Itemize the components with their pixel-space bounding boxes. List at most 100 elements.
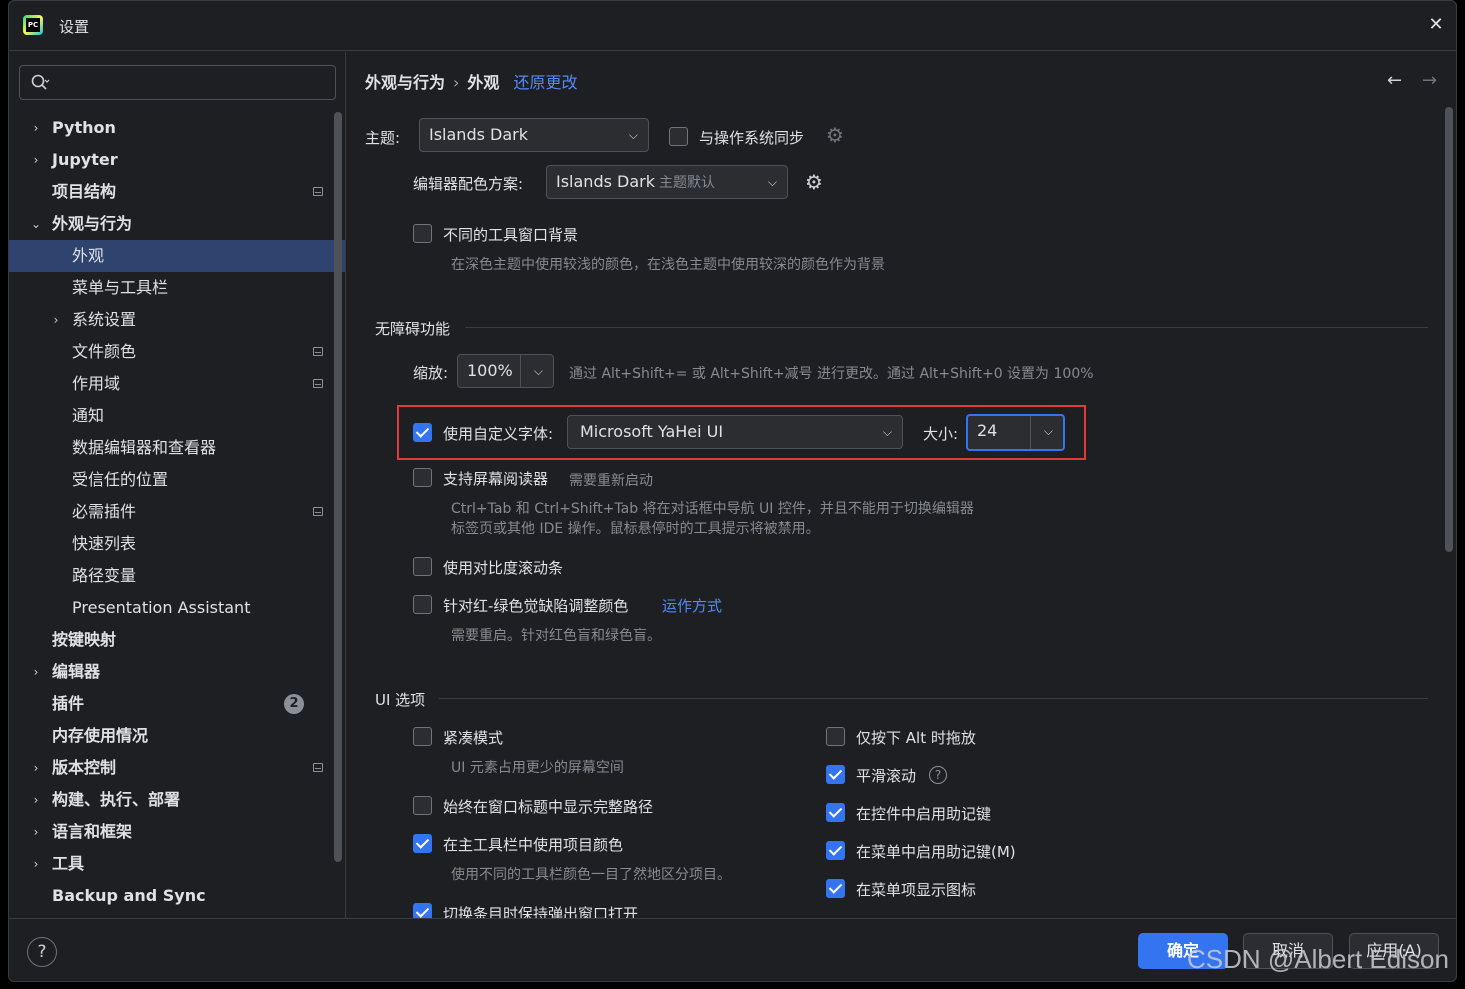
- project-level-icon: [313, 763, 323, 772]
- content-scrollbar[interactable]: [1445, 107, 1453, 552]
- sidebar-item[interactable]: 数据编辑器和查看器: [9, 432, 345, 464]
- sidebar-item[interactable]: 内存使用情况: [9, 720, 345, 752]
- editor-scheme-dropdown[interactable]: Islands Dark 主题默认 ⌵: [546, 165, 788, 199]
- section-divider: [439, 698, 1428, 699]
- watermark: CSDN @Albert Edison: [1187, 944, 1449, 974]
- project-color-checkbox[interactable]: [413, 834, 432, 853]
- sidebar-item[interactable]: Presentation Assistant: [9, 592, 345, 624]
- breadcrumb-parent[interactable]: 外观与行为: [365, 73, 445, 92]
- sidebar-item[interactable]: › Jupyter: [9, 144, 345, 176]
- sidebar-item-label: 作用域: [72, 374, 121, 393]
- sidebar-item-label: 编辑器: [52, 662, 101, 681]
- breadcrumb: 外观与行为 › 外观 还原更改: [365, 69, 577, 93]
- compact-mode-checkbox[interactable]: [413, 727, 432, 746]
- sidebar-item[interactable]: › 系统设置: [9, 304, 345, 336]
- keep-popup-label: 切换条目时保持弹出窗口打开: [443, 905, 639, 918]
- breadcrumb-current: 外观: [467, 73, 500, 92]
- sidebar-item-label: 外观: [72, 246, 105, 265]
- smooth-scroll-checkbox[interactable]: [826, 765, 845, 784]
- ui-options-section-title: UI 选项: [375, 691, 426, 709]
- sidebar-item-label: Backup and Sync: [52, 886, 206, 905]
- sidebar-item-label: 受信任的位置: [72, 470, 169, 489]
- scheme-sub: 主题默认: [659, 175, 715, 191]
- project-level-icon: [313, 347, 323, 356]
- sidebar-item[interactable]: 作用域: [9, 368, 345, 400]
- keep-popup-checkbox[interactable]: [413, 903, 432, 918]
- toolwindow-bg-label: 不同的工具窗口背景: [443, 226, 579, 244]
- zoom-combobox[interactable]: 100% ⌵: [457, 354, 554, 388]
- chevron-right-icon[interactable]: ›: [29, 784, 43, 816]
- chevron-right-icon[interactable]: ›: [29, 848, 43, 880]
- sidebar-item[interactable]: Backup and Sync: [9, 880, 345, 912]
- custom-font-value: Microsoft YaHei UI: [580, 422, 724, 441]
- sidebar-item-label: 插件: [52, 694, 85, 713]
- mnemonic-menu-checkbox[interactable]: [826, 841, 845, 860]
- custom-font-checkbox[interactable]: [413, 423, 432, 442]
- sync-os-checkbox[interactable]: [669, 127, 688, 146]
- sidebar-item-label: 按键映射: [52, 630, 117, 649]
- sidebar-scrollbar[interactable]: [334, 112, 342, 862]
- sidebar-item[interactable]: 路径变量: [9, 560, 345, 592]
- help-circle-icon[interactable]: ?: [929, 766, 947, 784]
- sidebar-item[interactable]: 按键映射: [9, 624, 345, 656]
- chevron-right-icon[interactable]: ›: [29, 656, 43, 688]
- sidebar-item[interactable]: › 编辑器: [9, 656, 345, 688]
- update-count-badge: 2: [284, 694, 304, 714]
- reset-changes-link[interactable]: 还原更改: [513, 73, 577, 92]
- breadcrumb-separator-icon: ›: [453, 73, 460, 92]
- screen-reader-hint-1: Ctrl+Tab 和 Ctrl+Shift+Tab 将在对话框中导航 UI 控件…: [451, 501, 974, 517]
- custom-font-label: 使用自定义字体:: [443, 425, 554, 443]
- sidebar-item[interactable]: 通知: [9, 400, 345, 432]
- sidebar-item[interactable]: › 版本控制: [9, 752, 345, 784]
- gear-icon[interactable]: ⚙: [803, 171, 825, 193]
- gear-icon[interactable]: ⚙: [824, 124, 846, 146]
- sidebar-item[interactable]: › Python: [9, 112, 345, 144]
- back-arrow-icon[interactable]: ←: [1387, 70, 1402, 91]
- sidebar-item-label: 版本控制: [52, 758, 117, 777]
- chevron-right-icon[interactable]: ›: [29, 752, 43, 784]
- sidebar-item[interactable]: 外观: [9, 240, 345, 272]
- sidebar-item[interactable]: 必需插件: [9, 496, 345, 528]
- how-it-works-link[interactable]: 运作方式: [662, 595, 722, 616]
- sidebar-item[interactable]: › 构建、执行、部署: [9, 784, 345, 816]
- toolwindow-bg-checkbox[interactable]: [413, 224, 432, 243]
- custom-font-dropdown[interactable]: Microsoft YaHei UI ⌵: [567, 415, 903, 449]
- close-icon[interactable]: ✕: [1426, 15, 1446, 35]
- settings-content: 外观与行为 › 外观 还原更改 ← → 主题: Islands Dark ⌵ 与操作系…: [347, 52, 1456, 918]
- sidebar-item[interactable]: › 语言和框架: [9, 816, 345, 848]
- theme-label: 主题:: [365, 129, 401, 147]
- project-level-icon: [313, 507, 323, 516]
- sidebar-item-label: 系统设置: [72, 310, 137, 329]
- chevron-right-icon[interactable]: ›: [29, 816, 43, 848]
- menu-icons-checkbox[interactable]: [826, 879, 845, 898]
- chevron-down-icon[interactable]: ⌄: [29, 208, 43, 240]
- help-button[interactable]: ?: [27, 937, 57, 967]
- sidebar-item[interactable]: 项目结构: [9, 176, 345, 208]
- theme-dropdown[interactable]: Islands Dark ⌵: [419, 118, 649, 152]
- sidebar-item[interactable]: › 工具: [9, 848, 345, 880]
- color-deficiency-checkbox[interactable]: [413, 595, 432, 614]
- zoom-value: 100%: [467, 361, 513, 380]
- chevron-right-icon[interactable]: ›: [49, 304, 63, 336]
- zoom-hint: 通过 Alt+Shift+= 或 Alt+Shift+减号 进行更改。通过 Al…: [569, 366, 1094, 382]
- chevron-right-icon[interactable]: ›: [29, 144, 43, 176]
- screen-reader-hint-2: 标签页或其他 IDE 操作。鼠标悬停时的工具提示将被禁用。: [451, 521, 820, 537]
- screen-reader-note: 需要重新启动: [569, 473, 653, 489]
- sidebar-item[interactable]: ⌄ 外观与行为: [9, 208, 345, 240]
- sidebar-item[interactable]: 快速列表: [9, 528, 345, 560]
- sidebar-item[interactable]: 受信任的位置: [9, 464, 345, 496]
- sidebar-item-label: 数据编辑器和查看器: [72, 438, 217, 457]
- screen-reader-checkbox[interactable]: [413, 468, 432, 487]
- sidebar-item[interactable]: 文件颜色: [9, 336, 345, 368]
- alt-drag-checkbox[interactable]: [826, 727, 845, 746]
- contrast-scrollbar-checkbox[interactable]: [413, 557, 432, 576]
- forward-arrow-icon[interactable]: →: [1422, 70, 1437, 91]
- font-size-combobox[interactable]: 24 ⌵: [966, 414, 1065, 451]
- chevron-right-icon[interactable]: ›: [29, 112, 43, 144]
- full-path-checkbox[interactable]: [413, 796, 432, 815]
- sidebar-item[interactable]: 菜单与工具栏: [9, 272, 345, 304]
- sidebar-item[interactable]: 插件 2: [9, 688, 345, 720]
- mnemonic-controls-checkbox[interactable]: [826, 803, 845, 822]
- alt-drag-label: 仅按下 Alt 时拖放: [856, 729, 976, 747]
- search-input[interactable]: [19, 65, 336, 100]
